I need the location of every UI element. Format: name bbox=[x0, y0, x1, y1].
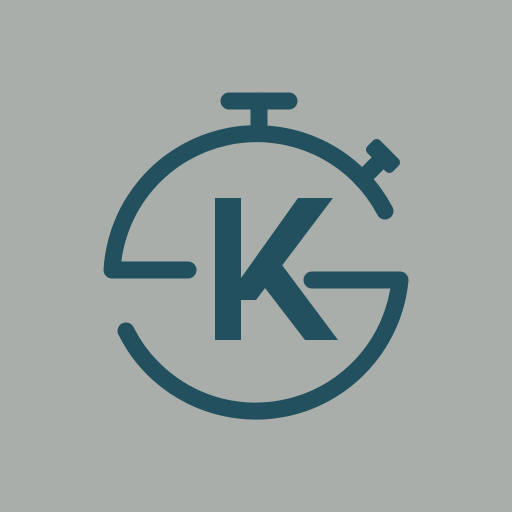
app-icon bbox=[0, 0, 512, 512]
letter-k-stem bbox=[215, 198, 241, 340]
icon-background bbox=[0, 0, 512, 512]
stopwatch-logo-icon bbox=[0, 0, 512, 512]
